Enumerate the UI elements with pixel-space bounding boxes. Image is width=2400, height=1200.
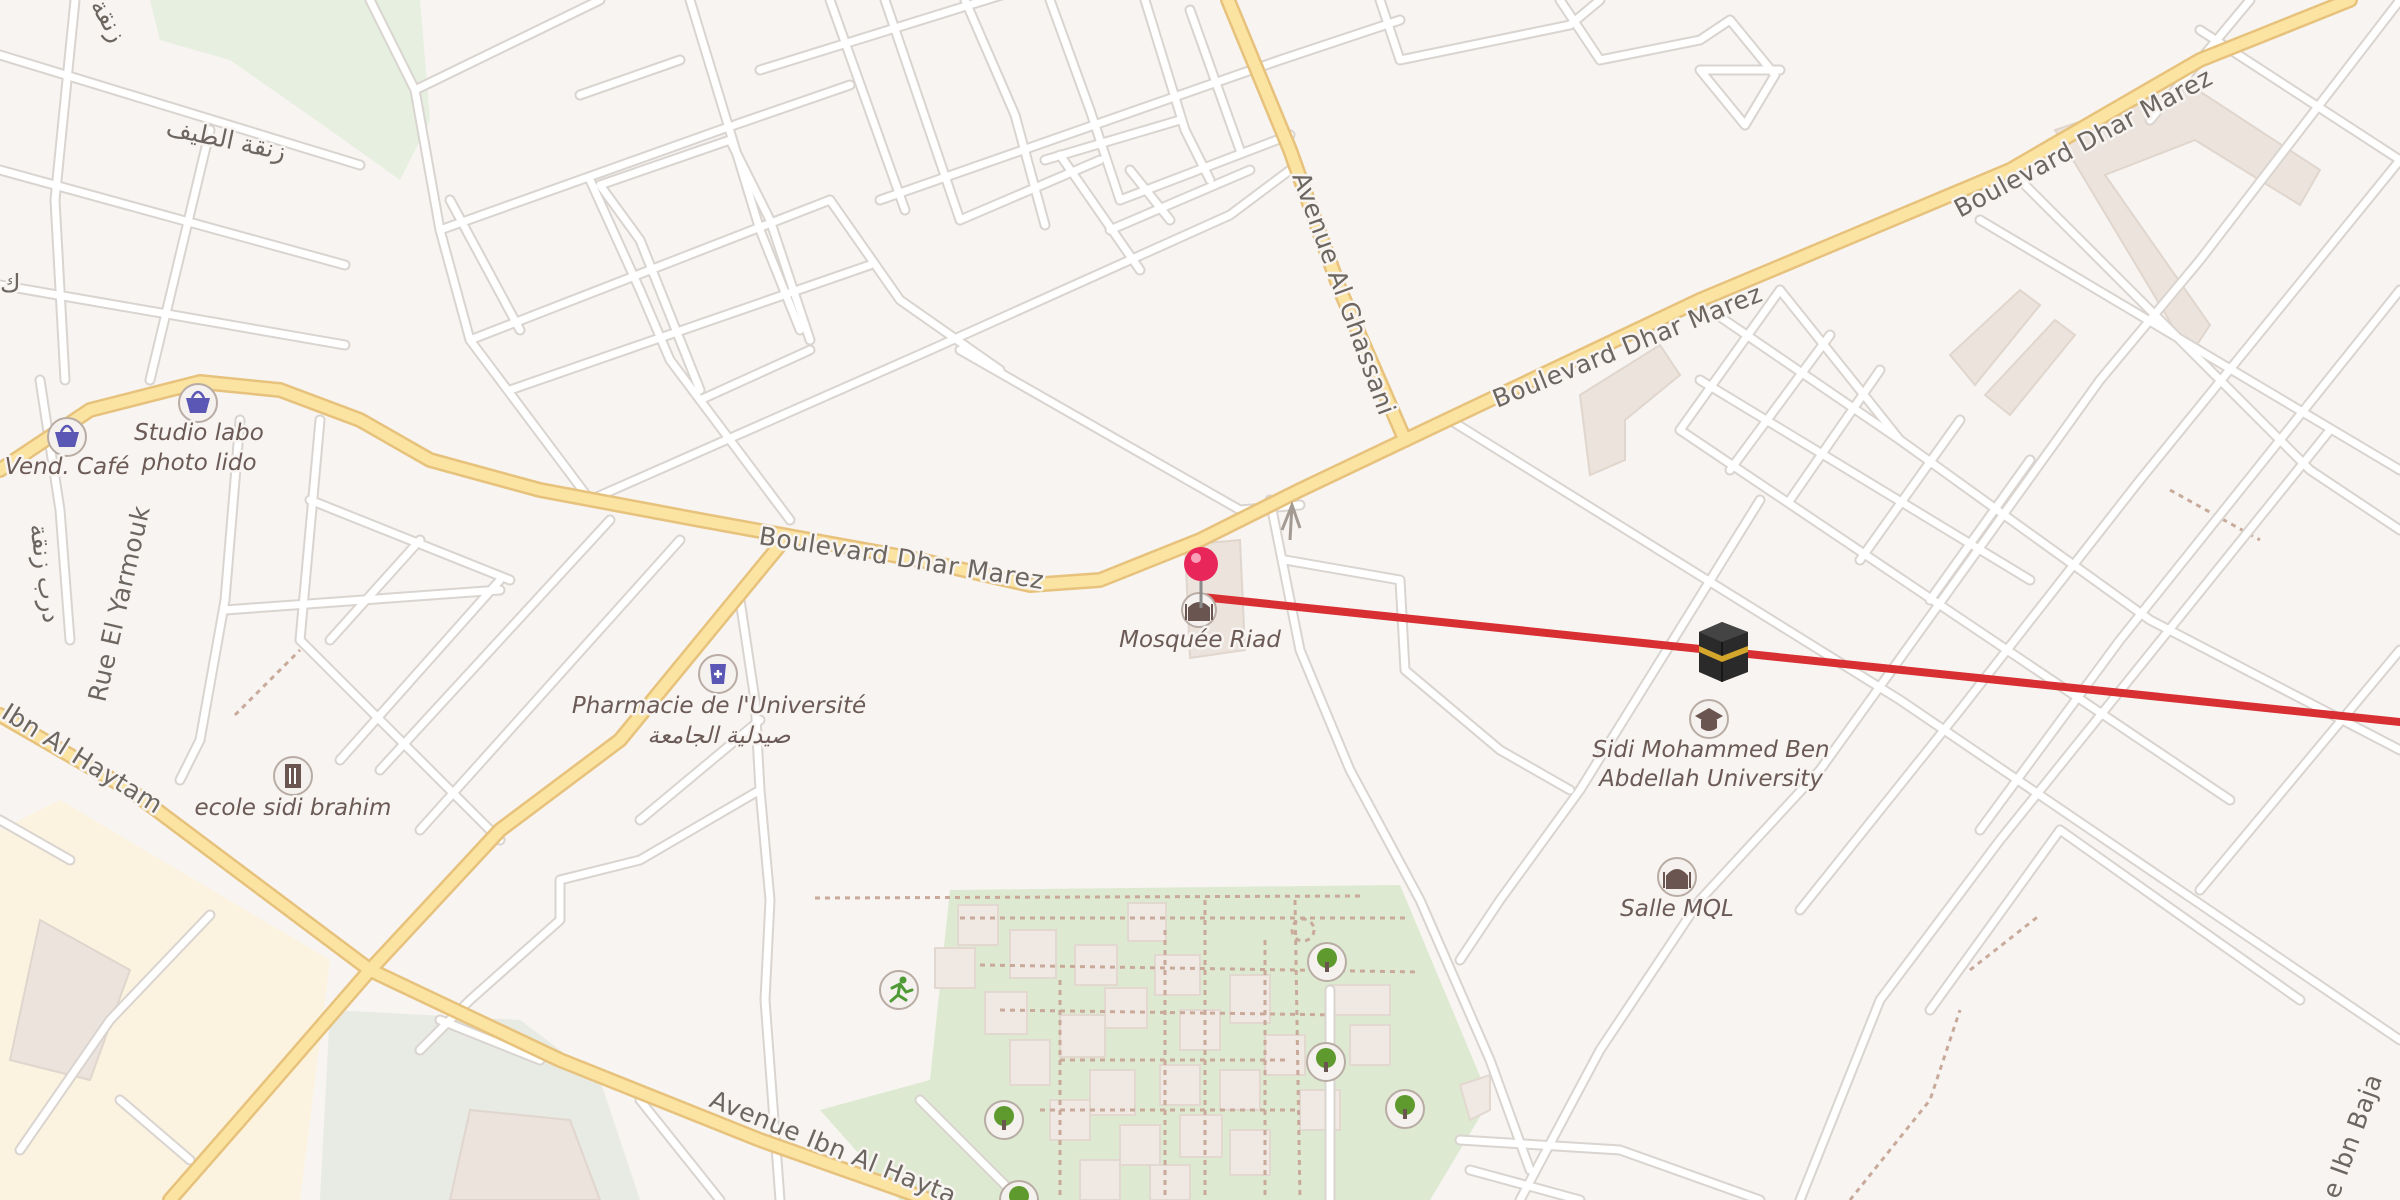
poi-label: Abdellah University xyxy=(1597,766,1823,792)
road-label-arabic: ك xyxy=(0,269,21,298)
poi-label: Mosquée Riad xyxy=(1119,627,1281,653)
poi-label: ecole sidi brahim xyxy=(195,795,392,821)
poi-label: Vend. Café xyxy=(5,454,130,480)
poi-label: Pharmacie de l'Université xyxy=(572,693,866,719)
kaaba-icon[interactable] xyxy=(1699,622,1748,682)
tree-icon xyxy=(1307,942,1347,982)
tree-icon xyxy=(1306,1042,1346,1082)
map-canvas[interactable]: Boulevard Dhar Marez Boulevard Dhar Mare… xyxy=(0,0,2400,1200)
poi-sport[interactable] xyxy=(879,970,919,1010)
poi-label: Studio labo xyxy=(134,420,264,446)
poi-label: Salle MQL xyxy=(1620,896,1734,922)
poi-label: photo lido xyxy=(140,450,256,476)
poi-label: Sidi Mohammed Ben xyxy=(1592,737,1829,763)
tree-icon xyxy=(984,1100,1024,1140)
tree-icon xyxy=(1385,1089,1425,1129)
poi-label-arabic: صيدلية الجامعة xyxy=(647,723,791,749)
